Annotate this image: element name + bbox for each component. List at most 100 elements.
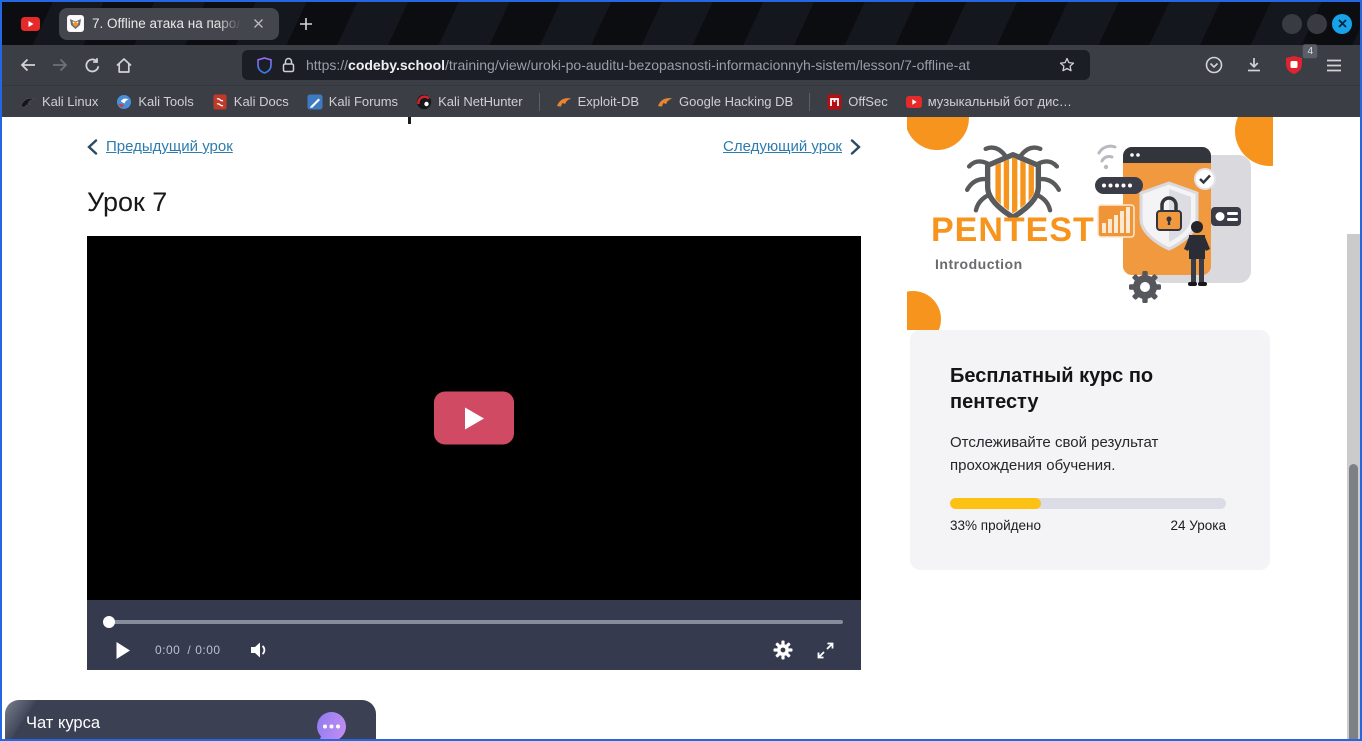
tab-close-icon[interactable] — [248, 14, 268, 34]
play-icon — [115, 641, 131, 660]
kali-nethunter-icon — [416, 94, 432, 110]
pentest-spider-shield-icon — [963, 143, 1063, 221]
back-button[interactable] — [12, 50, 44, 80]
progress-percent-label: 33% пройдено — [950, 518, 1041, 533]
toolbar-right-icons: 4 — [1198, 50, 1350, 80]
course-banner: PENTEST Introduction — [907, 117, 1273, 330]
forward-icon — [51, 57, 69, 73]
page-content: Предыдущий урок Следующий урок Урок 7 — [2, 117, 1360, 741]
adblock-extension-button[interactable]: 4 — [1278, 50, 1310, 80]
browser-window: 7. Offline атака на пароли — [0, 0, 1362, 741]
home-button[interactable] — [108, 50, 140, 80]
close-button[interactable] — [1332, 14, 1352, 34]
menu-button[interactable] — [1318, 50, 1350, 80]
progress-bar — [950, 498, 1226, 509]
time-divider: / — [187, 643, 191, 657]
volume-icon — [249, 641, 269, 659]
big-play-icon — [462, 405, 486, 431]
play-button[interactable] — [109, 636, 137, 664]
next-lesson[interactable]: Следующий урок — [723, 138, 861, 155]
duration: 0:00 — [195, 643, 220, 657]
home-icon — [115, 57, 133, 74]
back-icon — [19, 57, 37, 73]
kali-forums-icon — [307, 94, 323, 110]
orange-blob — [907, 117, 969, 150]
new-tab-button[interactable] — [293, 11, 319, 37]
adblock-badge: 4 — [1302, 44, 1318, 59]
prev-lesson[interactable]: Предыдущий урок — [87, 138, 233, 155]
settings-button[interactable] — [769, 636, 797, 664]
course-sidebar: PENTEST Introduction — [907, 117, 1273, 741]
bookmark-music-bot[interactable]: музыкальный бот дис… — [898, 91, 1080, 113]
bookmarks-separator — [539, 93, 540, 111]
bookmark-kali-forums[interactable]: Kali Forums — [299, 91, 406, 113]
current-time: 0:00 — [155, 643, 180, 657]
tab-title: 7. Offline атака на пароли — [92, 16, 244, 31]
volume-button[interactable] — [245, 636, 273, 664]
bookmark-label: Kali NetHunter — [438, 94, 523, 109]
bookmark-label: Exploit-DB — [578, 94, 639, 109]
tab-bar: 7. Offline атака на пароли — [2, 2, 1360, 45]
bookmark-label: Kali Forums — [329, 94, 398, 109]
download-icon — [1245, 56, 1263, 74]
bookmark-offsec[interactable]: OffSec — [818, 91, 896, 113]
reload-icon — [84, 57, 101, 74]
lesson-heading: Урок 7 — [87, 187, 167, 218]
page-scrollbar[interactable] — [1347, 234, 1360, 741]
big-play-button[interactable] — [434, 392, 514, 445]
lessons-count-label: 24 Урока — [1171, 518, 1226, 533]
player-controls: 0:00 / 0:00 — [87, 600, 861, 670]
orange-blob — [907, 291, 941, 330]
youtube-icon — [906, 94, 922, 110]
chat-bubble-icon[interactable] — [313, 709, 350, 741]
bookmarks-separator — [809, 93, 810, 111]
adblock-shield-icon — [1285, 55, 1303, 75]
youtube-icon — [21, 17, 40, 31]
downloads-button[interactable] — [1238, 50, 1270, 80]
exploit-db-bird-icon — [556, 94, 572, 110]
bookmark-star-icon[interactable] — [1054, 52, 1080, 78]
pocket-button[interactable] — [1198, 50, 1230, 80]
progress-fill — [950, 498, 1041, 509]
course-chat-widget[interactable]: Чат курса — [5, 700, 376, 741]
seek-bar[interactable] — [105, 620, 843, 624]
progress-card-description: Отслеживайте свой результат прохождения … — [950, 432, 1210, 477]
progress-card-title: Бесплатный курс по пентесту — [950, 363, 1200, 415]
bookmark-label: музыкальный бот дис… — [928, 94, 1072, 109]
url-bar[interactable]: https://codeby.school/training/view/urok… — [242, 50, 1090, 80]
bookmarks-bar: Kali Linux Kali Tools Kali Docs Kali For… — [2, 85, 1360, 117]
tracking-shield-icon[interactable] — [252, 54, 276, 76]
offsec-icon — [826, 94, 842, 110]
progress-labels: 33% пройдено 24 Урока — [950, 518, 1226, 533]
bookmark-exploit-db[interactable]: Exploit-DB — [548, 91, 647, 113]
maximize-button[interactable] — [1307, 14, 1327, 34]
pinned-tab-youtube[interactable] — [16, 9, 44, 39]
url-text: https://codeby.school/training/view/urok… — [306, 57, 1054, 73]
reload-button[interactable] — [76, 50, 108, 80]
next-lesson-link[interactable]: Следующий урок — [723, 138, 842, 155]
seek-handle[interactable] — [103, 616, 115, 628]
lock-icon[interactable] — [276, 54, 300, 76]
scrollbar-thumb[interactable] — [1349, 464, 1358, 741]
fullscreen-button[interactable] — [811, 636, 839, 664]
forward-button[interactable] — [44, 50, 76, 80]
brand-subtitle: Introduction — [935, 256, 1023, 272]
video-frame[interactable] — [87, 236, 861, 600]
bookmark-google-hacking-db[interactable]: Google Hacking DB — [649, 91, 801, 113]
bookmark-kali-tools[interactable]: Kali Tools — [108, 91, 201, 113]
kali-dragon-icon — [20, 94, 36, 110]
minimize-button[interactable] — [1282, 14, 1302, 34]
ghdb-bird-icon — [657, 94, 673, 110]
bookmark-kali-linux[interactable]: Kali Linux — [12, 91, 106, 113]
active-tab[interactable]: 7. Offline атака на пароли — [59, 8, 279, 40]
chevron-left-icon — [87, 139, 98, 155]
bookmark-kali-nethunter[interactable]: Kali NetHunter — [408, 91, 531, 113]
kali-tools-icon — [116, 94, 132, 110]
bookmark-label: OffSec — [848, 94, 888, 109]
menu-icon — [1326, 59, 1342, 72]
video-player: 0:00 / 0:00 — [87, 236, 861, 670]
codeby-owl-icon — [67, 15, 84, 32]
time-display: 0:00 / 0:00 — [155, 643, 221, 657]
bookmark-kali-docs[interactable]: Kali Docs — [204, 91, 297, 113]
prev-lesson-link[interactable]: Предыдущий урок — [106, 138, 233, 155]
